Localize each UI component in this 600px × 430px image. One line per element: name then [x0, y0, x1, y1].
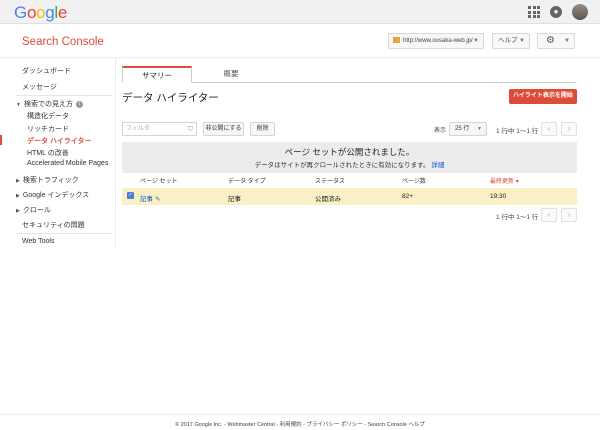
- next-page-button[interactable]: ›: [561, 122, 577, 136]
- chevron-down-icon: ▼: [564, 38, 570, 44]
- page-set-link[interactable]: 記事: [140, 196, 153, 203]
- sidebar-item-label: 検索トラフィック: [22, 177, 79, 184]
- notice-body: データはサイトが再クロールされたときに有効になります。 詳細: [122, 159, 577, 169]
- sort-descending-icon: ▾: [515, 179, 519, 185]
- collapsed-triangle-icon: ▶: [16, 208, 20, 214]
- logo-letter-o1: o: [26, 3, 37, 22]
- logo-letter-g1: G: [14, 3, 27, 22]
- site-url: http://www.oosaka-web.jp/: [403, 38, 473, 44]
- help-button[interactable]: ヘルプ ▼: [492, 33, 530, 49]
- help-label: ヘルプ: [498, 37, 518, 44]
- chevron-down-icon: ▼: [473, 38, 479, 44]
- google-bar: Google ●: [0, 0, 600, 24]
- site-favicon-icon: [393, 37, 400, 44]
- column-header-data-type[interactable]: データ タイプ: [228, 176, 266, 185]
- filter-placeholder: フィルタ: [126, 126, 150, 132]
- data-type-cell: 記事: [228, 196, 241, 203]
- tab-overview[interactable]: 概要: [216, 66, 246, 83]
- collapsed-triangle-icon: ▶: [16, 193, 20, 199]
- sidebar-item-rich-cards[interactable]: リッチカード: [27, 124, 69, 134]
- pencil-edit-icon[interactable]: ✎: [155, 196, 160, 203]
- collapsed-triangle-icon: ▶: [16, 178, 20, 184]
- column-header-last-updated[interactable]: 最終更新 ▾: [490, 176, 519, 185]
- sidebar-item-google-index[interactable]: ▶ Google インデックス: [16, 190, 89, 200]
- page-set-cell: 記事 ✎: [140, 193, 160, 203]
- footer-divider: [0, 414, 600, 415]
- column-header-status[interactable]: ステータス: [315, 176, 345, 185]
- prev-page-button[interactable]: ‹: [541, 122, 557, 136]
- published-notice: ページ セットが公開されました。 データはサイトが再クロールされたときに有効にな…: [122, 142, 577, 173]
- top-right-icons: ●: [528, 4, 588, 20]
- page-title: データ ハイライター: [122, 92, 219, 104]
- page-count-cell: 82+: [402, 193, 414, 200]
- last-updated-cell: 19:30: [490, 193, 507, 200]
- settings-button[interactable]: ⚙ ▼: [537, 33, 575, 49]
- sidebar-item-security-issues[interactable]: セキュリティの問題: [22, 220, 85, 230]
- status-cell: 公開済み: [315, 196, 341, 203]
- next-page-button-bottom[interactable]: ›: [561, 208, 577, 222]
- sidebar-item-label: 検索での見え方: [23, 101, 73, 108]
- details-link[interactable]: 詳細: [431, 162, 444, 169]
- footer: © 2017 Google Inc. - Webmaster Central -…: [175, 422, 425, 428]
- sidebar-item-data-highlighter[interactable]: データ ハイライター: [27, 136, 92, 146]
- expanded-triangle-icon: ▼: [16, 102, 21, 108]
- delete-button[interactable]: 削除: [250, 122, 275, 136]
- apps-grid-icon[interactable]: [528, 6, 540, 18]
- gear-icon: ⚙: [546, 35, 555, 46]
- logo-letter-o2: o: [36, 3, 46, 22]
- column-header-page-count[interactable]: ページ数: [402, 176, 426, 185]
- row-checkbox[interactable]: ✓: [127, 192, 134, 199]
- column-header-label: 最終更新: [490, 179, 515, 185]
- notifications-icon[interactable]: ●: [550, 6, 562, 18]
- start-highlighting-button[interactable]: ハイライト表示を開始: [509, 89, 577, 104]
- account-avatar[interactable]: [572, 4, 588, 20]
- table-row[interactable]: [122, 188, 577, 205]
- sidebar-item-web-tools[interactable]: Web Tools: [22, 238, 54, 245]
- active-indicator: [0, 135, 2, 145]
- filter-funnel-icon[interactable]: ⛉: [188, 124, 193, 136]
- sidebar-divider: [16, 233, 112, 234]
- sidebar-item-label: Google インデックス: [22, 192, 90, 199]
- google-logo[interactable]: Google: [14, 3, 67, 23]
- site-selector[interactable]: http://www.oosaka-web.jp/ ▼: [388, 33, 484, 49]
- sidebar-item-crawl[interactable]: ▶ クロール: [16, 205, 51, 215]
- sidebar-item-html-improvements[interactable]: HTML の改善: [27, 148, 69, 158]
- sidebar-item-search-traffic[interactable]: ▶ 検索トラフィック: [16, 175, 79, 185]
- pagination-range-bottom: 1 行中 1〜1 行: [496, 214, 539, 221]
- chevron-down-icon: ▼: [477, 126, 482, 132]
- column-header-page-set[interactable]: ページ セット: [140, 176, 178, 185]
- info-icon[interactable]: i: [75, 101, 83, 108]
- filter-input[interactable]: フィルタ ⛉: [122, 122, 197, 136]
- show-label: 表示: [434, 128, 447, 134]
- sidebar-item-structured-data[interactable]: 構造化データ: [27, 111, 69, 121]
- chevron-down-icon: ▼: [519, 38, 525, 44]
- tab-summary[interactable]: サマリー: [122, 66, 192, 83]
- unpublish-button[interactable]: 非公開にする: [203, 122, 244, 136]
- notice-title: ページ セットが公開されました。: [284, 147, 415, 157]
- prev-page-button-bottom[interactable]: ‹: [541, 208, 557, 222]
- logo-letter-e: e: [57, 3, 68, 22]
- sidebar-item-messages[interactable]: メッセージ: [22, 82, 57, 92]
- notice-text: データはサイトが再クロールされたときに有効になります。: [254, 162, 430, 169]
- sidebar-item-amp[interactable]: Accelerated Mobile Pages: [27, 160, 108, 167]
- sidebar-item-dashboard[interactable]: ダッシュボード: [22, 66, 71, 76]
- rows-per-page-select[interactable]: 25 行 ▼: [449, 122, 487, 136]
- pagination-range: 1 行中 1〜1 行: [496, 128, 539, 135]
- tab-bar: サマリー 概要: [122, 66, 576, 83]
- sidebar: ダッシュボード メッセージ ▼ 検索での見え方 i 構造化データ リッチカード デー…: [0, 58, 116, 248]
- console-header: Search Console http://www.oosaka-web.jp/…: [0, 24, 600, 58]
- rows-per-page-value: 25 行: [455, 126, 470, 132]
- sidebar-item-label: クロール: [22, 207, 51, 214]
- sidebar-item-search-appearance[interactable]: ▼ 検索での見え方 i: [16, 99, 83, 109]
- product-title[interactable]: Search Console: [22, 36, 104, 48]
- sidebar-divider: [16, 95, 112, 96]
